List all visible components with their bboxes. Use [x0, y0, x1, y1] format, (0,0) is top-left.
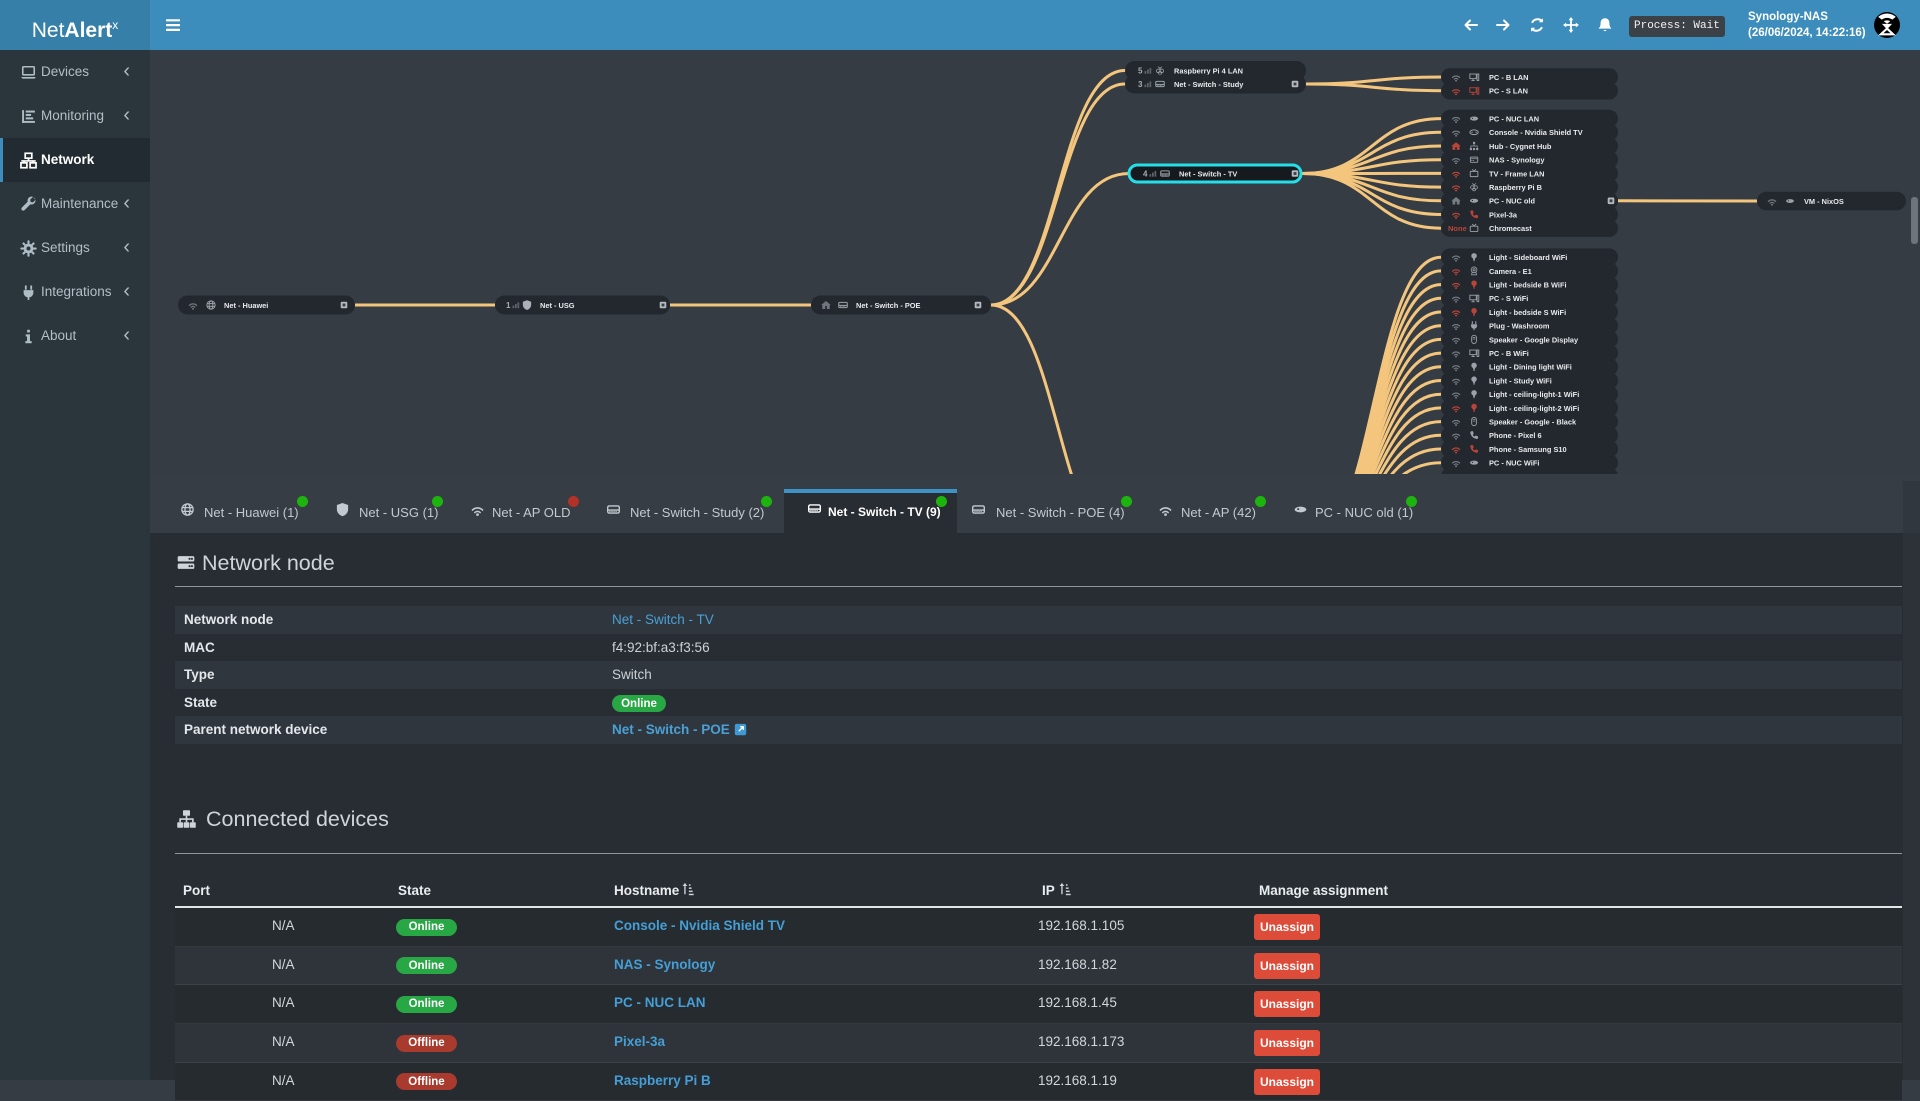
- svg-text:3: 3: [1138, 80, 1143, 89]
- svg-text:Net - Switch - POE: Net - Switch - POE: [856, 301, 921, 310]
- svg-text:Raspberry Pi 4 LAN: Raspberry Pi 4 LAN: [1174, 66, 1243, 75]
- svg-text:Light - ceiling-light-2 WiFi: Light - ceiling-light-2 WiFi: [1489, 404, 1579, 413]
- svg-text:Chromecast: Chromecast: [1489, 224, 1532, 233]
- svg-text:Console - Nvidia Shield TV: Console - Nvidia Shield TV: [1489, 128, 1583, 137]
- svg-text:PC - NUC old: PC - NUC old: [1489, 197, 1535, 206]
- svg-text:Speaker - Google - Black: Speaker - Google - Black: [1489, 418, 1577, 427]
- svg-text:PC - NUC WiFi: PC - NUC WiFi: [1489, 459, 1539, 468]
- svg-text:Light - bedside B WiFi: Light - bedside B WiFi: [1489, 281, 1567, 290]
- svg-text:Net - Switch - TV: Net - Switch - TV: [1179, 169, 1237, 178]
- svg-text:PC - S WiFi: PC - S WiFi: [1489, 294, 1528, 303]
- svg-text:PC - B WiFi: PC - B WiFi: [1489, 349, 1529, 358]
- svg-text:5: 5: [1138, 67, 1143, 76]
- svg-text:NAS - Synology: NAS - Synology: [1489, 156, 1545, 165]
- svg-text:Plug - Washroom: Plug - Washroom: [1489, 322, 1550, 331]
- svg-text:Net - Huawei: Net - Huawei: [224, 301, 268, 310]
- svg-text:Hub - Cygnet Hub: Hub - Cygnet Hub: [1489, 142, 1552, 151]
- svg-text:Light - ceiling-light-1 WiFi: Light - ceiling-light-1 WiFi: [1489, 390, 1579, 399]
- svg-text:Light - Sideboard WiFi: Light - Sideboard WiFi: [1489, 253, 1567, 262]
- svg-text:VM - NixOS: VM - NixOS: [1804, 197, 1844, 206]
- svg-text:Pixel-3a: Pixel-3a: [1489, 210, 1518, 219]
- svg-text:Camera - E1: Camera - E1: [1489, 267, 1532, 276]
- svg-text:Phone - Pixel 6: Phone - Pixel 6: [1489, 431, 1542, 440]
- svg-text:Net - USG: Net - USG: [540, 301, 575, 310]
- svg-text:None: None: [1448, 224, 1467, 233]
- svg-text:TV - Frame LAN: TV - Frame LAN: [1489, 169, 1544, 178]
- svg-text:PC - B LAN: PC - B LAN: [1489, 73, 1528, 82]
- svg-text:Light - bedside S WiFi: Light - bedside S WiFi: [1489, 308, 1566, 317]
- svg-text:1: 1: [506, 301, 511, 310]
- svg-text:Light - Dining light WiFi: Light - Dining light WiFi: [1489, 363, 1572, 372]
- svg-text:Net - Switch - Study: Net - Switch - Study: [1174, 80, 1244, 89]
- svg-text:PC - NUC LAN: PC - NUC LAN: [1489, 115, 1539, 124]
- svg-text:Phone - Samsung S10: Phone - Samsung S10: [1489, 445, 1567, 454]
- svg-text:PC - S LAN: PC - S LAN: [1489, 87, 1528, 96]
- svg-text:4: 4: [1143, 170, 1148, 179]
- svg-text:Light - Study WiFi: Light - Study WiFi: [1489, 376, 1552, 385]
- svg-text:Speaker - Google Display: Speaker - Google Display: [1489, 335, 1579, 344]
- svg-text:Raspberry Pi B: Raspberry Pi B: [1489, 183, 1542, 192]
